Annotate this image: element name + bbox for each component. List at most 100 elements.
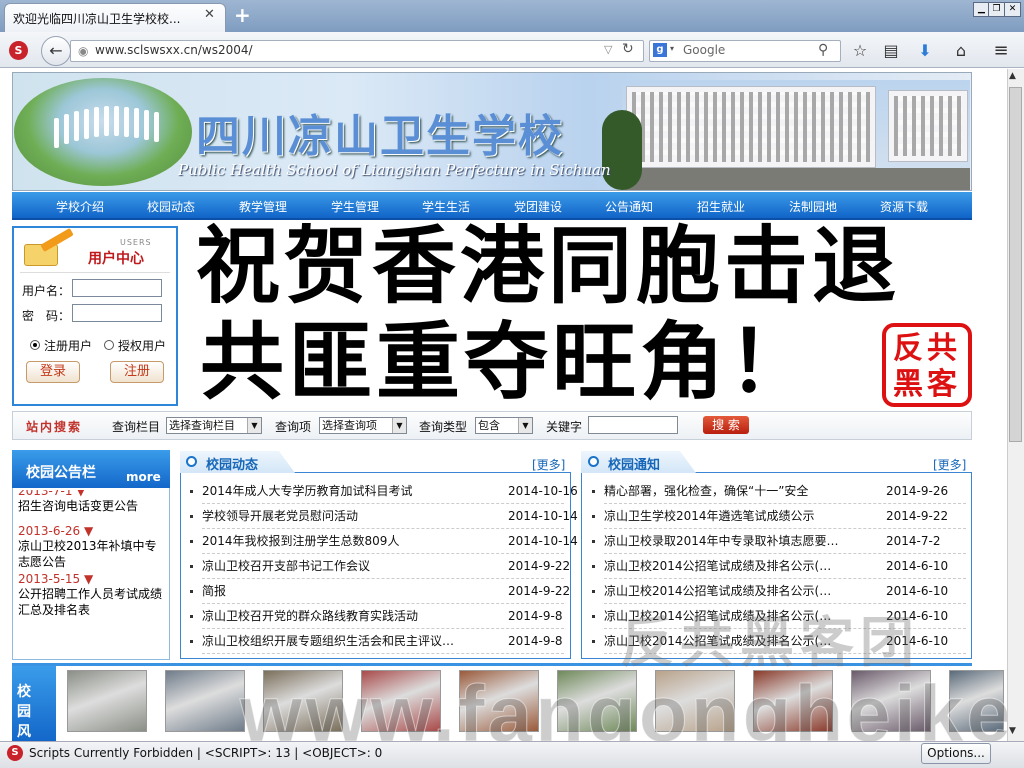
announcement-date: 2013-6-26 <box>18 524 81 538</box>
search-input[interactable] <box>649 40 841 62</box>
notice-item-date: 2014-6-10 <box>886 559 949 573</box>
radio-authorized[interactable] <box>104 340 114 350</box>
query-item-select[interactable]: 选择查询项 ▼ <box>319 417 407 434</box>
news-item-date: 2014-9-22 <box>508 584 571 598</box>
status-text: Scripts Currently Forbidden | <SCRIPT>: … <box>29 746 383 760</box>
username-field[interactable] <box>72 279 162 297</box>
announcement-date: 2013-7-1 <box>18 490 73 498</box>
search-placeholder: Google <box>683 43 726 57</box>
nav-item[interactable]: 学生生活 <box>422 198 470 215</box>
reload-icon[interactable]: ↻ <box>622 41 634 57</box>
menu-icon[interactable]: ≡ <box>990 40 1012 62</box>
notice-item-title[interactable]: 凉山卫校录取2014年中专录取补填志愿要… <box>604 529 874 554</box>
download-icon[interactable]: ⬇ <box>914 40 936 62</box>
nav-item[interactable]: 公告通知 <box>605 198 653 215</box>
table-row[interactable]: 凉山卫校召开支部书记工作会议 2014-9-22 <box>190 554 570 579</box>
news-item-title[interactable]: 凉山卫校召开支部书记工作会议 <box>202 554 492 579</box>
browser-tab[interactable]: 欢迎光临四川凉山卫生学校校... <box>4 3 226 32</box>
bookmarks-list-icon[interactable]: ▤ <box>880 40 902 62</box>
scroll-up-icon[interactable]: ▲ <box>1009 71 1016 81</box>
home-icon[interactable]: ⌂ <box>950 40 972 62</box>
school-title: 四川凉山卫生学校 <box>196 111 564 162</box>
tab-close-icon[interactable]: ✕ <box>204 8 215 21</box>
table-row[interactable]: 凉山卫校2014公招笔试成绩及排名公示(… 2014-6-10 <box>592 554 966 579</box>
news-item-title[interactable]: 凉山卫校组织开展专题组织生活会和民主评议… <box>202 629 492 654</box>
nav-item[interactable]: 党团建设 <box>514 198 562 215</box>
news-item-title[interactable]: 简报 <box>202 579 492 604</box>
notice-item-title[interactable]: 凉山卫生学校2014年遴选笔试成绩公示 <box>604 504 874 529</box>
password-label: 密 码： <box>22 309 71 323</box>
nav-item[interactable]: 学生管理 <box>331 198 379 215</box>
list-item[interactable]: 2013-6-26 ▼ 凉山卫校2013年补填中专志愿公告 <box>18 524 168 570</box>
radio-registered[interactable] <box>30 340 40 350</box>
query-column-label: 查询栏目 <box>112 420 161 434</box>
notice-item-date: 2014-7-2 <box>886 534 941 548</box>
nav-item[interactable]: 校园动态 <box>147 198 195 215</box>
bullet <box>190 640 193 643</box>
keyword-input[interactable] <box>588 416 678 434</box>
options-button[interactable]: Options... <box>921 743 991 764</box>
scrollbar-thumb[interactable] <box>1009 87 1022 442</box>
list-item[interactable]: 2013-5-15 ▼ 公开招聘工作人员考试成绩汇总及排名表 <box>18 572 168 618</box>
gallery-photo[interactable] <box>67 670 147 732</box>
scroll-down-icon[interactable]: ▼ <box>1009 726 1016 736</box>
back-icon[interactable]: ← <box>41 36 71 66</box>
table-row[interactable]: 精心部署，强化检查，确保“十一”安全 2014-9-26 <box>592 479 966 504</box>
table-row[interactable]: 简报 2014-9-22 <box>190 579 570 604</box>
notice-item-title[interactable]: 精心部署，强化检查，确保“十一”安全 <box>604 479 874 504</box>
url-text[interactable]: www.sclswsxx.cn/ws2004/ <box>95 43 253 57</box>
table-row[interactable]: 凉山卫校召开党的群众路线教育实践活动 2014-9-8 <box>190 604 564 629</box>
select-arrow-icon: ▼ <box>247 418 261 433</box>
nav-item[interactable]: 招生就业 <box>697 198 745 215</box>
news-more-link[interactable]: [更多] <box>532 456 565 473</box>
nav-item[interactable]: 学校介绍 <box>56 198 104 215</box>
nav-item[interactable]: 教学管理 <box>239 198 287 215</box>
news-item-title[interactable]: 2014年成人大专学历教育加试科目考试 <box>202 479 492 504</box>
site-search-button[interactable]: 搜 索 <box>703 416 749 434</box>
bookmark-star-icon[interactable]: ☆ <box>849 40 871 62</box>
table-row[interactable]: 2014年成人大专学历教育加试科目考试 2014-10-16 <box>190 479 578 504</box>
school-english-name: Public Health School of Liangshan Perfec… <box>178 161 611 179</box>
noscript-icon[interactable]: S <box>9 41 28 60</box>
announcement-text: 凉山卫校2013年补填中专志愿公告 <box>18 539 157 569</box>
magnifier-icon[interactable]: ⚲ <box>818 42 828 58</box>
announcement-text: 招生咨询电话变更公告 <box>18 499 139 513</box>
register-button[interactable]: 注册 <box>110 361 164 383</box>
google-icon[interactable]: g <box>653 43 667 57</box>
bullet <box>592 615 595 618</box>
keyword-label: 关键字 <box>546 420 583 434</box>
dropdown-arrow-icon[interactable]: ▽ <box>604 43 612 56</box>
news-item-title[interactable]: 学校领导开展老党员慰问活动 <box>202 504 492 529</box>
tab-title: 欢迎光临四川凉山卫生学校校... <box>13 12 181 26</box>
password-field[interactable] <box>72 304 162 322</box>
notice-item-title[interactable]: 凉山卫校2014公招笔试成绩及排名公示(… <box>604 554 874 579</box>
table-row[interactable]: 凉山卫校组织开展专题组织生活会和民主评议… 2014-9-8 <box>190 629 564 654</box>
query-column-select[interactable]: 选择查询栏目 ▼ <box>166 417 262 434</box>
table-row[interactable]: 凉山卫生学校2014年遴选笔试成绩公示 2014-9-22 <box>592 504 966 529</box>
select-arrow-icon: ▼ <box>518 418 532 433</box>
new-tab-icon[interactable]: + <box>234 4 251 26</box>
announcement-more-link[interactable]: more <box>126 470 161 484</box>
notice-dot-icon <box>588 456 599 467</box>
gallery-photo[interactable] <box>165 670 245 732</box>
defacement-slogan-line1: 祝贺香港同胞击退 <box>196 217 901 315</box>
bullet <box>592 640 595 643</box>
news-item-date: 2014-10-14 <box>508 534 578 548</box>
nav-item[interactable]: 法制园地 <box>789 198 837 215</box>
table-row[interactable]: 学校领导开展老党员慰问活动 2014-10-14 <box>190 504 578 529</box>
notice-more-link[interactable]: [更多] <box>933 456 966 473</box>
nav-item[interactable]: 资源下载 <box>880 198 928 215</box>
announcement-title: 校园公告栏 <box>26 465 96 481</box>
restore-icon[interactable]: ❐ <box>988 2 1005 17</box>
news-item-title[interactable]: 2014年我校报到注册学生总数809人 <box>202 529 492 554</box>
window-close-icon[interactable]: ✕ <box>1004 2 1021 17</box>
login-button[interactable]: 登录 <box>26 361 80 383</box>
table-row[interactable]: 凉山卫校录取2014年中专录取补填志愿要… 2014-7-2 <box>592 529 966 554</box>
engine-dropdown-icon[interactable]: ▾ <box>670 44 674 53</box>
query-type-select[interactable]: 包含 ▼ <box>475 417 533 434</box>
noscript-status-icon[interactable]: S <box>7 745 23 761</box>
table-row[interactable]: 2014年我校报到注册学生总数809人 2014-10-14 <box>190 529 578 554</box>
news-item-title[interactable]: 凉山卫校召开党的群众路线教育实践活动 <box>202 604 492 629</box>
banner-photo-building <box>602 80 970 190</box>
list-item[interactable]: 2013-7-1 ▼ 招生咨询电话变更公告 <box>18 490 168 514</box>
